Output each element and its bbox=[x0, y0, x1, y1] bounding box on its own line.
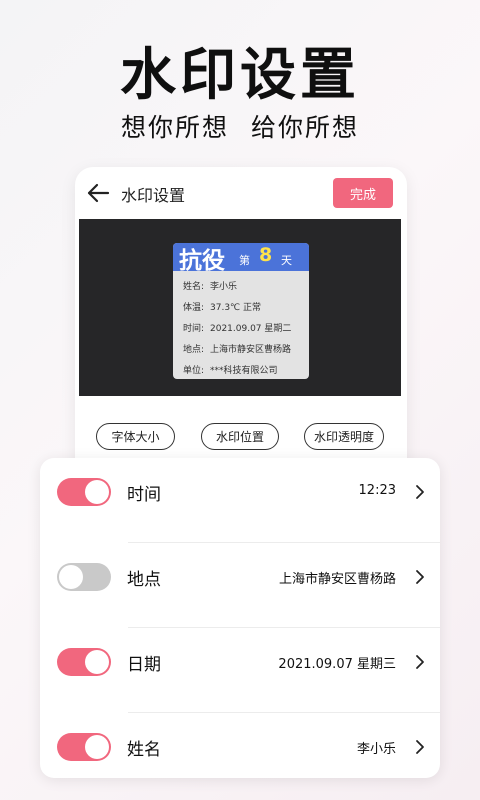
done-button[interactable]: 完成 bbox=[333, 178, 393, 208]
watermark-line: 时间: 2021.09.07 星期二 bbox=[183, 321, 291, 334]
watermark-tian: 天 bbox=[281, 254, 292, 267]
watermark-title: 抗役 bbox=[179, 243, 225, 275]
toggle-knob bbox=[85, 650, 109, 674]
watermark-line: 体温: 37.3℃ 正常 bbox=[183, 300, 261, 313]
font-size-button[interactable]: 字体大小 bbox=[96, 423, 175, 450]
watermark-position-button[interactable]: 水印位置 bbox=[201, 423, 279, 450]
setting-value: 12:23 bbox=[358, 483, 396, 498]
setting-value: 2021.09.07 星期三 bbox=[278, 657, 396, 672]
location-toggle[interactable] bbox=[57, 563, 111, 591]
watermark-line-value: 李小乐 bbox=[210, 282, 238, 292]
chevron-right-icon[interactable] bbox=[415, 484, 425, 500]
watermark-line-key: 体温: bbox=[183, 303, 205, 313]
watermark-line-value: 上海市静安区曹杨路 bbox=[210, 345, 292, 355]
phone-screen: 水印设置 完成 抗役 第 8 天 姓名: 李小乐 体温: 37.3℃ 正常 时间: 2… bbox=[75, 167, 407, 477]
settings-panel: 时间 12:23 地点 上海市静安区曹杨路 日期 2021.09.07 星期三 … bbox=[40, 458, 440, 778]
watermark-opacity-button[interactable]: 水印透明度 bbox=[304, 423, 384, 450]
watermark-line-value: 37.3℃ 正常 bbox=[210, 303, 262, 313]
watermark-line: 姓名: 李小乐 bbox=[183, 279, 237, 292]
screen-title: 水印设置 bbox=[121, 186, 186, 205]
watermark-line-key: 姓名: bbox=[183, 282, 205, 292]
setting-label: 时间 bbox=[127, 485, 161, 505]
setting-value: 上海市静安区曹杨路 bbox=[278, 572, 396, 587]
toggle-knob bbox=[85, 735, 109, 759]
hero-title: 水印设置 bbox=[120, 43, 360, 108]
arrow-left-icon[interactable] bbox=[86, 182, 110, 204]
watermark-line-value: 2021.09.07 星期二 bbox=[210, 324, 292, 334]
setting-row-name[interactable]: 姓名 李小乐 bbox=[40, 713, 440, 778]
time-toggle[interactable] bbox=[57, 478, 111, 506]
hero-subtitle-right: 给你所想 bbox=[251, 113, 360, 142]
chevron-right-icon[interactable] bbox=[415, 654, 425, 670]
watermark-line: 单位: ***科技有限公司 bbox=[183, 363, 278, 376]
hero-subtitle: 想你所想 给你所想 bbox=[0, 108, 480, 144]
setting-label: 姓名 bbox=[127, 740, 161, 760]
chevron-right-icon[interactable] bbox=[415, 569, 425, 585]
watermark-card[interactable]: 抗役 第 8 天 姓名: 李小乐 体温: 37.3℃ 正常 时间: 2021.09.0… bbox=[173, 243, 309, 379]
watermark-line: 地点: 上海市静安区曹杨路 bbox=[183, 342, 291, 355]
watermark-char-2: 役 bbox=[202, 247, 225, 274]
watermark-line-value: ***科技有限公司 bbox=[210, 366, 278, 376]
watermark-preview: 抗役 第 8 天 姓名: 李小乐 体温: 37.3℃ 正常 时间: 2021.09.0… bbox=[79, 219, 401, 396]
date-toggle[interactable] bbox=[57, 648, 111, 676]
watermark-line-key: 地点: bbox=[183, 345, 205, 355]
watermark-char-1: 抗 bbox=[179, 247, 202, 274]
watermark-header: 抗役 第 8 天 bbox=[173, 243, 309, 274]
watermark-day-number: 8 bbox=[259, 244, 273, 266]
toggle-knob bbox=[59, 565, 83, 589]
setting-row-location[interactable]: 地点 上海市静安区曹杨路 bbox=[40, 543, 440, 628]
setting-value: 李小乐 bbox=[356, 742, 396, 757]
watermark-di: 第 bbox=[239, 254, 250, 267]
setting-label: 地点 bbox=[127, 570, 161, 590]
watermark-line-key: 单位: bbox=[183, 366, 205, 376]
setting-label: 日期 bbox=[127, 655, 161, 675]
setting-row-date[interactable]: 日期 2021.09.07 星期三 bbox=[40, 628, 440, 713]
hero-subtitle-left: 想你所想 bbox=[120, 113, 229, 142]
top-bar: 水印设置 完成 bbox=[75, 167, 407, 219]
chevron-right-icon[interactable] bbox=[415, 739, 425, 755]
setting-row-time[interactable]: 时间 12:23 bbox=[40, 458, 440, 543]
toggle-knob bbox=[85, 480, 109, 504]
watermark-line-key: 时间: bbox=[183, 324, 205, 334]
name-toggle[interactable] bbox=[57, 733, 111, 761]
